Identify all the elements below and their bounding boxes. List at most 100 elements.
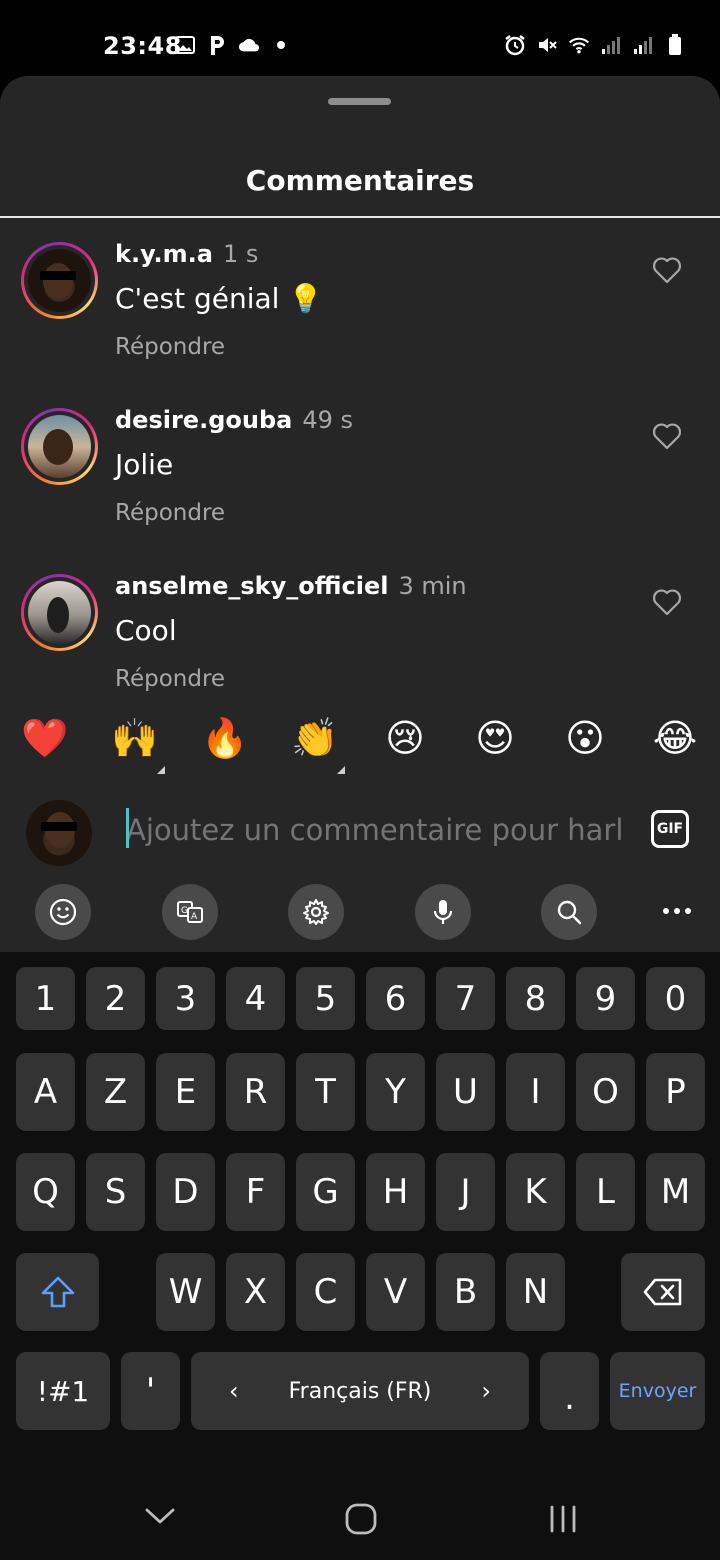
search-icon[interactable] — [541, 884, 597, 940]
emoji-heart[interactable]: ❤️ — [21, 714, 69, 762]
comment-input[interactable] — [126, 808, 622, 852]
reply-button[interactable]: Répondre — [115, 666, 225, 692]
emoji-crying[interactable]: 😢 — [381, 714, 429, 762]
key-y[interactable]: Y — [366, 1053, 425, 1131]
key-0[interactable]: 0 — [646, 967, 705, 1030]
key-i[interactable]: I — [506, 1053, 565, 1131]
key-9[interactable]: 9 — [576, 967, 635, 1030]
signal-icon — [632, 34, 654, 56]
settings-icon[interactable] — [288, 884, 344, 940]
key-v[interactable]: V — [366, 1253, 425, 1331]
keyboard: 1 2 3 4 5 6 7 8 9 0 A Z E R T Y U I O P … — [0, 952, 720, 1442]
key-4[interactable]: 4 — [226, 967, 285, 1030]
comment-username-text[interactable]: anselme_sky_officiel — [115, 572, 388, 600]
avatar[interactable] — [21, 408, 98, 485]
comment-username-text[interactable]: k.y.m.a — [115, 240, 213, 268]
send-key[interactable]: Envoyer — [610, 1352, 705, 1430]
key-x[interactable]: X — [226, 1253, 285, 1331]
key-j[interactable]: J — [436, 1153, 495, 1231]
key-k[interactable]: K — [506, 1153, 565, 1231]
key-d[interactable]: D — [156, 1153, 215, 1231]
language-prev-icon: ‹ — [229, 1377, 239, 1405]
key-t[interactable]: T — [296, 1053, 355, 1131]
emoji-raising-hands-glyph: 🙌 — [111, 716, 159, 760]
backspace-key[interactable] — [621, 1253, 705, 1331]
key-w[interactable]: W — [156, 1253, 215, 1331]
comment-item: desire.gouba 49 s Jolie Répondre — [0, 392, 720, 552]
key-g[interactable]: G — [296, 1153, 355, 1231]
comment-username-text[interactable]: desire.gouba — [115, 406, 292, 434]
emoji-icon[interactable] — [35, 884, 91, 940]
key-5[interactable]: 5 — [296, 967, 355, 1030]
key-p[interactable]: P — [646, 1053, 705, 1131]
heart-icon[interactable] — [652, 422, 682, 450]
symbols-key[interactable]: !#1 — [16, 1352, 110, 1430]
skin-tone-indicator — [157, 766, 165, 774]
key-q[interactable]: Q — [16, 1153, 75, 1231]
key-2[interactable]: 2 — [86, 967, 145, 1030]
system-nav-bar — [0, 1442, 720, 1560]
backspace-icon — [643, 1278, 682, 1306]
shift-icon — [41, 1276, 74, 1308]
key-f[interactable]: F — [226, 1153, 285, 1231]
apostrophe-key[interactable]: ' — [121, 1352, 180, 1430]
battery-icon — [664, 34, 686, 56]
comment-username[interactable]: anselme_sky_officiel 3 min — [115, 572, 467, 600]
key-l[interactable]: L — [576, 1153, 635, 1231]
key-e[interactable]: E — [156, 1053, 215, 1131]
key-m[interactable]: M — [646, 1153, 705, 1231]
emoji-heart-eyes[interactable]: 😍 — [471, 714, 519, 762]
parking-app-icon — [206, 34, 228, 56]
period-key[interactable]: . — [540, 1352, 599, 1430]
space-key[interactable]: ‹ Français (FR) › — [191, 1352, 529, 1430]
key-r[interactable]: R — [226, 1053, 285, 1131]
emoji-raising-hands[interactable]: 🙌 — [111, 714, 165, 774]
emoji-surprised[interactable]: 😮 — [561, 714, 609, 762]
key-1[interactable]: 1 — [16, 967, 75, 1030]
key-8[interactable]: 8 — [506, 967, 565, 1030]
more-icon[interactable] — [660, 898, 694, 924]
avatar[interactable] — [21, 574, 98, 651]
alarm-icon — [504, 34, 526, 56]
emoji-clapping-glyph: 👏 — [291, 716, 339, 760]
heart-icon[interactable] — [652, 256, 682, 284]
avatar[interactable] — [21, 242, 98, 319]
comment-text: Cool — [115, 614, 177, 647]
reply-button[interactable]: Répondre — [115, 334, 225, 360]
heart-icon[interactable] — [652, 588, 682, 616]
cloud-icon — [238, 34, 260, 56]
key-6[interactable]: 6 — [366, 967, 425, 1030]
key-a[interactable]: A — [16, 1053, 75, 1131]
key-z[interactable]: Z — [86, 1053, 145, 1131]
gif-button[interactable]: GIF — [651, 810, 689, 848]
wifi-icon — [568, 34, 590, 56]
nav-home-icon[interactable] — [345, 1503, 377, 1539]
mic-icon[interactable] — [415, 884, 471, 940]
key-7[interactable]: 7 — [436, 967, 495, 1030]
key-h[interactable]: H — [366, 1153, 425, 1231]
nav-back-icon[interactable] — [144, 1506, 176, 1530]
key-s[interactable]: S — [86, 1153, 145, 1231]
key-n[interactable]: N — [506, 1253, 565, 1331]
key-c[interactable]: C — [296, 1253, 355, 1331]
key-o[interactable]: O — [576, 1053, 635, 1131]
drag-handle[interactable] — [328, 98, 391, 105]
nav-recents-icon[interactable] — [548, 1504, 578, 1538]
shift-key[interactable] — [16, 1253, 99, 1331]
comment-username[interactable]: k.y.m.a 1 s — [115, 240, 258, 268]
key-u[interactable]: U — [436, 1053, 495, 1131]
emoji-clapping[interactable]: 👏 — [291, 714, 345, 774]
signal-icon — [600, 34, 622, 56]
translate-icon[interactable]: GA — [162, 884, 218, 940]
key-3[interactable]: 3 — [156, 967, 215, 1030]
status-right-icons — [504, 34, 686, 56]
comment-text: Jolie — [115, 448, 174, 481]
emoji-laughing[interactable]: 😂 — [651, 714, 699, 762]
status-time: 23:48 — [103, 32, 182, 60]
text-caret — [126, 808, 129, 848]
reply-button[interactable]: Répondre — [115, 500, 225, 526]
emoji-fire[interactable]: 🔥 — [201, 714, 249, 762]
key-b[interactable]: B — [436, 1253, 495, 1331]
comment-username[interactable]: desire.gouba 49 s — [115, 406, 353, 434]
divider — [0, 216, 720, 218]
